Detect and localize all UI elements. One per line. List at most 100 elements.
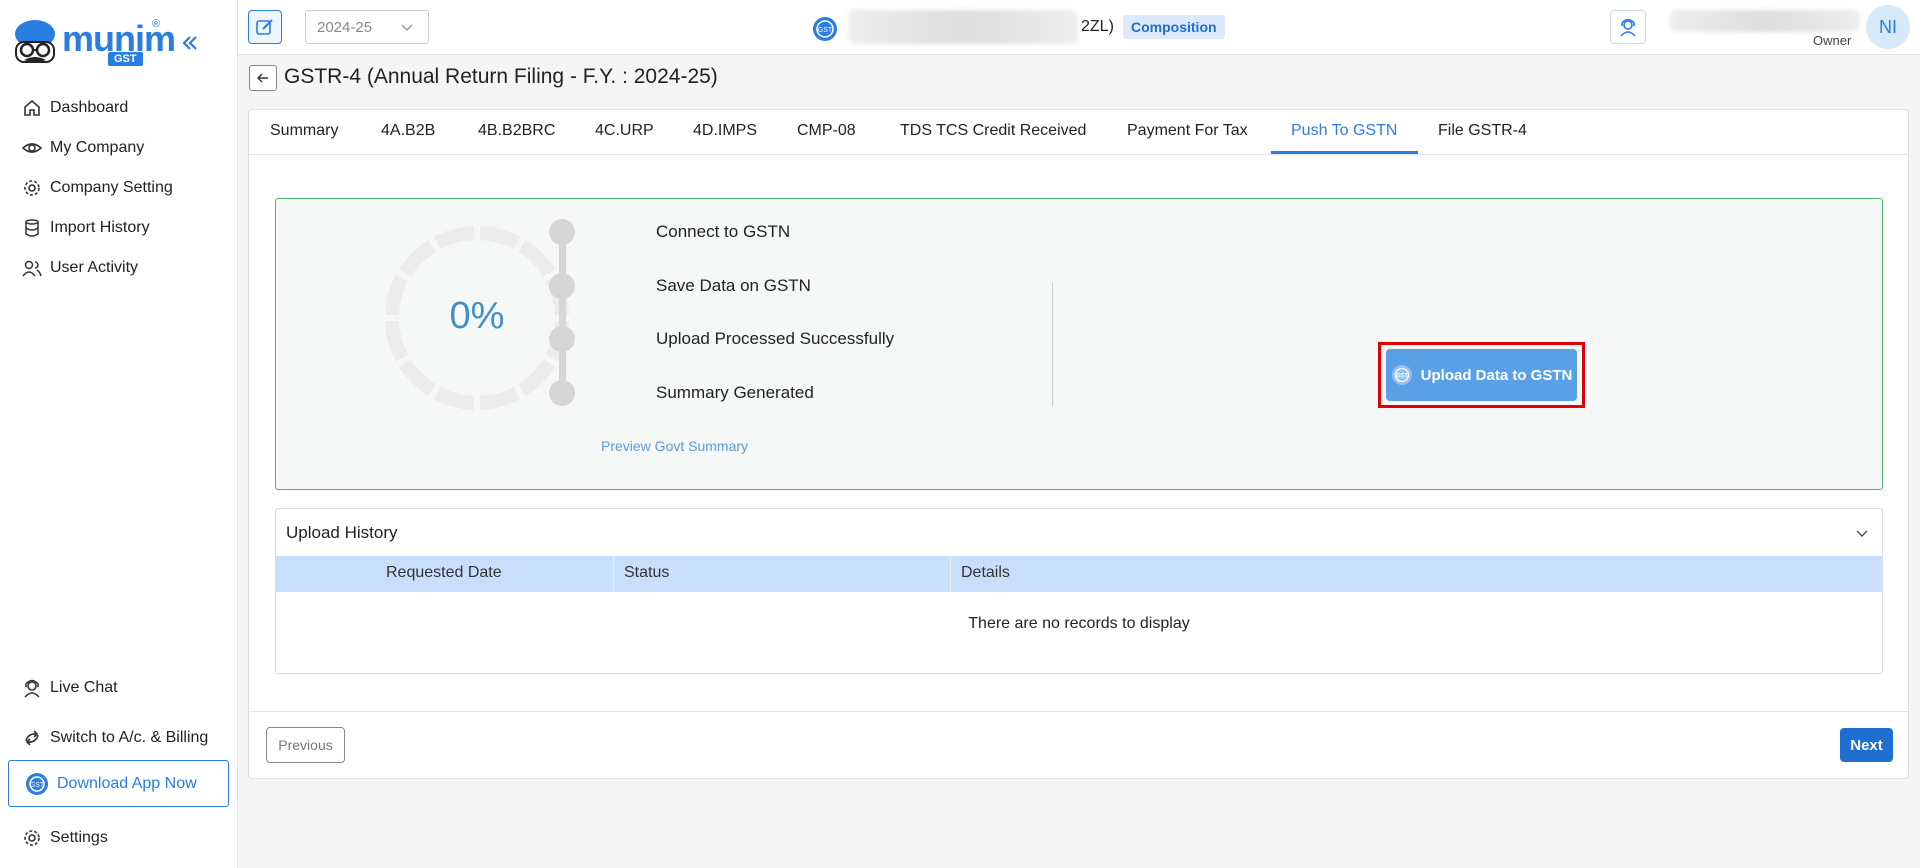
- column-requested-date[interactable]: Requested Date: [386, 564, 502, 582]
- redacted-company-name: [848, 10, 1078, 44]
- progress-ring-segment: [398, 239, 436, 277]
- eye-icon: [22, 138, 42, 158]
- upload-button-label: Upload Data to GSTN: [1420, 366, 1573, 384]
- home-icon: [22, 98, 42, 118]
- sidebar-item-import-history[interactable]: Import History: [22, 216, 150, 240]
- users-icon: [22, 258, 42, 278]
- step-summary-generated: Summary Generated: [656, 383, 814, 402]
- column-status[interactable]: Status: [624, 564, 669, 582]
- download-app-button[interactable]: GST Download App Now: [8, 760, 229, 807]
- tab-bar: Summary 4A.B2B 4B.B2BRC 4C.URP 4D.IMPS C…: [249, 110, 1908, 155]
- financial-year-select[interactable]: 2024-25: [305, 10, 429, 44]
- active-tab-indicator: [1271, 151, 1418, 154]
- progress-ring-segment: [518, 239, 556, 277]
- swap-icon: [22, 728, 42, 748]
- download-app-label: Download App Now: [57, 774, 197, 792]
- progress-ring-segment: [479, 386, 521, 410]
- company-gstin-suffix: 2ZL): [1081, 18, 1114, 35]
- upload-progress-panel: 0% Connect to GSTN Save Data on GSTN Upl…: [275, 198, 1883, 490]
- preview-govt-summary-link[interactable]: Preview Govt Summary: [601, 438, 748, 454]
- brand-reg-mark: ®: [152, 18, 161, 30]
- vertical-divider: [1052, 283, 1053, 406]
- step-connect-gstn: Connect to GSTN: [656, 222, 791, 241]
- settings-label: Settings: [50, 829, 108, 846]
- sidebar-item-label: User Activity: [50, 259, 139, 276]
- sidebar-item-settings[interactable]: Settings: [22, 826, 108, 850]
- double-chevron-left-icon: [182, 36, 197, 50]
- gst-badge-icon: GST: [26, 772, 48, 795]
- gst-badge-icon: GST: [1391, 365, 1412, 385]
- tab-file-gstr4[interactable]: File GSTR-4: [1438, 122, 1527, 140]
- user-role: Owner: [1813, 33, 1852, 48]
- sidebar-item-my-company[interactable]: My Company: [22, 136, 144, 160]
- avatar-initials: NI: [1879, 16, 1897, 37]
- support-agent-icon: [1620, 18, 1636, 37]
- edit-company-button[interactable]: [248, 10, 282, 44]
- progress-ring-segment: [479, 226, 521, 250]
- database-icon: [22, 218, 42, 238]
- tab-cmp-08[interactable]: CMP-08: [797, 122, 856, 140]
- scheme-badge: Composition: [1123, 15, 1225, 39]
- step-save-data: Save Data on GSTN: [656, 276, 811, 295]
- progress-ring-segment: [433, 386, 475, 410]
- upload-history-panel: Upload History Requested Date Status Det…: [275, 508, 1883, 674]
- gstr4-card: Summary 4A.B2B 4B.B2BRC 4C.URP 4D.IMPS C…: [248, 109, 1909, 779]
- next-label: Next: [1850, 736, 1883, 754]
- tab-payment-for-tax[interactable]: Payment For Tax: [1127, 122, 1248, 140]
- live-chat-label: Live Chat: [50, 679, 118, 696]
- empty-table-message: There are no records to display: [968, 615, 1190, 632]
- sidebar-item-label: Dashboard: [50, 99, 129, 116]
- arrow-left-icon: [257, 73, 268, 83]
- sidebar-item-dashboard[interactable]: Dashboard: [22, 96, 128, 120]
- svg-text:GST: GST: [1395, 374, 1408, 380]
- sidebar-item-company-setting[interactable]: Company Setting: [22, 176, 173, 200]
- sidebar-item-label: Import History: [50, 219, 150, 236]
- support-agent-icon: [22, 678, 42, 698]
- support-button[interactable]: [1610, 10, 1646, 44]
- sidebar-item-label: My Company: [50, 139, 145, 156]
- gst-logo-icon: GST: [813, 17, 837, 41]
- sidebar-item-label: Company Setting: [50, 179, 173, 196]
- tab-4a-b2b[interactable]: 4A.B2B: [381, 122, 435, 140]
- page-title: GSTR-4 (Annual Return Filing - F.Y. : 20…: [284, 65, 718, 88]
- column-details[interactable]: Details: [961, 564, 1010, 582]
- previous-label: Previous: [278, 737, 333, 753]
- upload-data-to-gstn-button[interactable]: GST Upload Data to GSTN: [1386, 349, 1577, 401]
- tab-push-to-gstn[interactable]: Push To GSTN: [1291, 122, 1397, 140]
- column-divider: [950, 556, 951, 592]
- financial-year-value: 2024-25: [317, 18, 373, 36]
- avatar[interactable]: NI: [1866, 5, 1910, 49]
- collapse-sidebar-button[interactable]: [180, 32, 200, 60]
- next-button[interactable]: Next: [1840, 728, 1893, 762]
- progress-ring-segment: [433, 226, 475, 250]
- tab-summary[interactable]: Summary: [270, 122, 338, 140]
- svg-text:GST: GST: [30, 782, 45, 789]
- progress-percent: 0%: [449, 295, 505, 337]
- upload-history-title: Upload History: [286, 523, 398, 542]
- redacted-user-name: [1670, 10, 1860, 32]
- sidebar-item-live-chat[interactable]: Live Chat: [22, 676, 118, 700]
- step-dot: [549, 219, 575, 245]
- gear-icon: [22, 828, 42, 848]
- mascot-icon: [15, 20, 55, 63]
- column-divider: [613, 556, 614, 592]
- tab-tds-tcs-credit[interactable]: TDS TCS Credit Received: [900, 122, 1086, 140]
- sidebar-item-user-activity[interactable]: User Activity: [22, 256, 138, 280]
- back-button[interactable]: [249, 65, 277, 91]
- tab-4b-b2brc[interactable]: 4B.B2BRC: [478, 122, 555, 140]
- sidebar: munim GST ® Dashboard My Company Company…: [0, 0, 238, 868]
- tab-4d-imps[interactable]: 4D.IMPS: [693, 122, 757, 140]
- munim-gst-logo[interactable]: munim GST ®: [12, 16, 176, 72]
- step-upload-processed: Upload Processed Successfully: [656, 329, 895, 348]
- step-dot: [549, 273, 575, 299]
- chevron-down-icon: [401, 24, 413, 32]
- chevron-down-icon[interactable]: [1854, 525, 1870, 541]
- edit-note-icon: [256, 19, 273, 35]
- previous-button[interactable]: Previous: [266, 727, 345, 763]
- tab-4c-urp[interactable]: 4C.URP: [595, 122, 654, 140]
- brand-badge: GST: [108, 52, 143, 66]
- top-bar: 2024-25 GST 2ZL) Composition Owner NI: [238, 0, 1920, 55]
- svg-text:GST: GST: [818, 27, 833, 34]
- sidebar-item-switch-billing[interactable]: Switch to A/c. & Billing: [22, 726, 208, 750]
- progress-ring-segment: [398, 359, 436, 397]
